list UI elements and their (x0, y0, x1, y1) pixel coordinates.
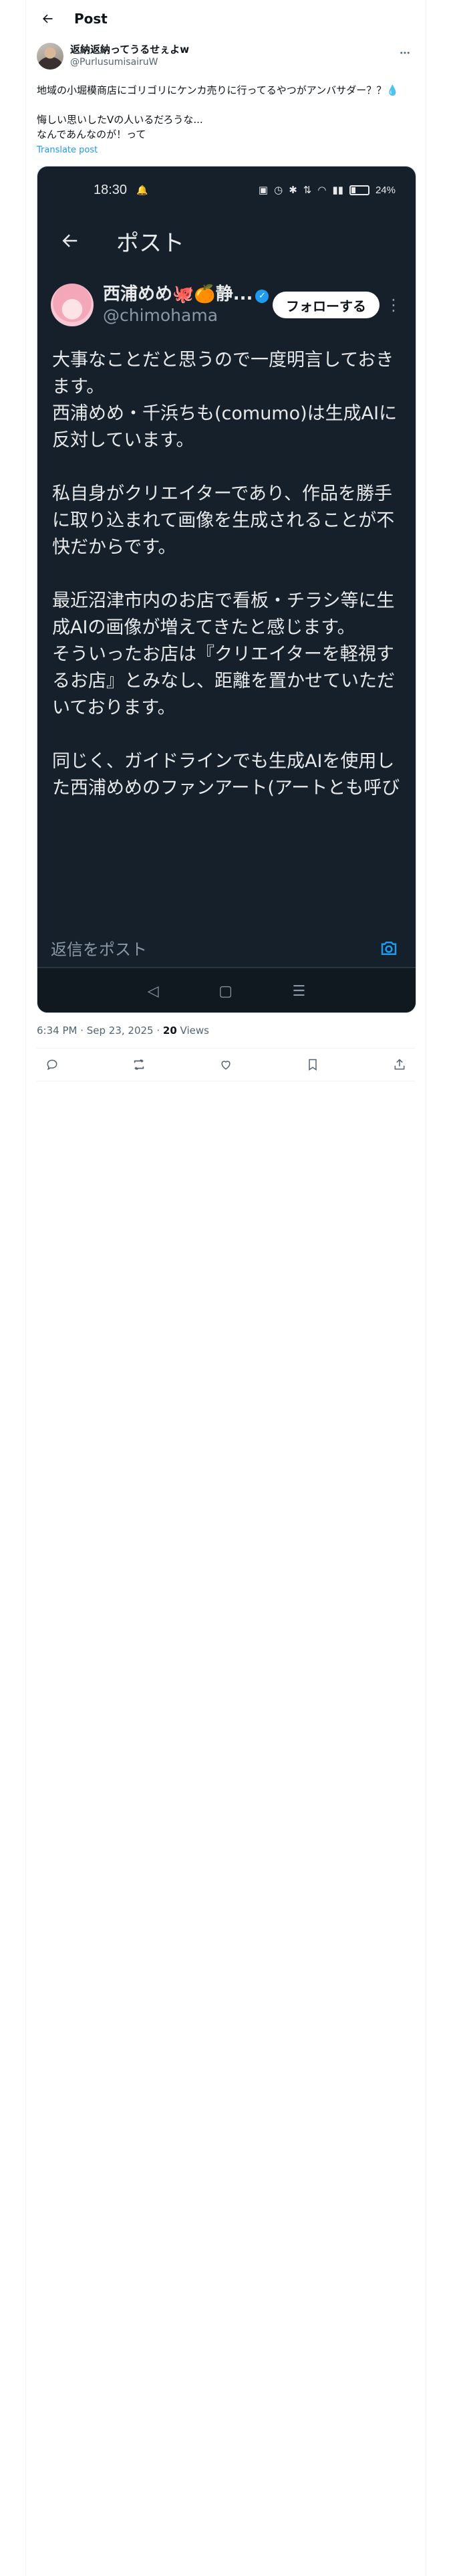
phone-header-title: ポスト (116, 229, 184, 257)
status-time: 18:30 (94, 182, 128, 197)
phone-more-icon: ⋮ (386, 296, 402, 314)
repost-icon (134, 1059, 144, 1070)
top-bar: Post (26, 0, 426, 37)
phone-paragraph: 私自身がクリエイターであり、作品を勝手に取り込まれて画像を生成されることが不快だ… (52, 484, 395, 558)
share-icon (394, 1059, 405, 1070)
phone-paragraph: 同じく、ガイドラインでも生成AIを使用した西浦めめのファンアート(アートとも呼び… (52, 751, 400, 798)
heart-icon (221, 1061, 231, 1070)
back-button[interactable] (35, 7, 59, 31)
nav-menu-icon: ☰ (292, 982, 306, 1000)
arrow-left-icon (62, 234, 78, 247)
alarm-icon: ◷ (274, 185, 283, 196)
phone-paragraph: 大事なことだと思うので一度明言しておきます。 西浦めめ・千浜ちも(comumo)… (52, 350, 398, 451)
more-dots-icon (400, 51, 410, 54)
post-meta: 6:34 PM · Sep 23, 2025 · 20 Views (26, 1013, 426, 1037)
repost-button[interactable] (128, 1053, 150, 1076)
views-count: 20 (162, 1025, 177, 1037)
like-button[interactable] (214, 1053, 237, 1076)
phone-header: ポスト (37, 213, 416, 268)
arrow-left-icon (43, 14, 53, 23)
nfc-icon: ▣ (258, 185, 269, 196)
post-timestamp[interactable]: 6:34 PM · Sep 23, 2025 · (37, 1025, 163, 1037)
author-name[interactable]: 返納返納ってうるせぇよw (70, 43, 395, 56)
phone-status-bar: 18:30 🔔 ▣ ◷ ✱ ⇅ ◠ ▮▮ 24% (37, 167, 416, 213)
phone-nav-bar: ◁ ▢ ☰ (37, 969, 416, 1012)
signal-icon: ▮▮ (332, 185, 343, 196)
bell-icon: 🔔 (136, 184, 148, 195)
post-image[interactable]: 18:30 🔔 ▣ ◷ ✱ ⇅ ◠ ▮▮ 24% ポスト 西浦めめ🐙🍊静... (37, 166, 416, 1013)
phone-author-handle: @chimohama (103, 306, 218, 325)
camera-icon (377, 936, 401, 960)
post-text: 地域の小堀模商店にゴリゴリにケンカ売りに行ってるやつがアンバサダー？？💧 悔しい… (37, 84, 399, 140)
network-speed-icon: ⇅ (303, 185, 312, 196)
avatar[interactable] (37, 43, 63, 70)
phone-paragraph: 最近沼津市内のお店で看板・チラシ等に生成AIの画像が増えてきたと感じます。 そう… (52, 591, 395, 718)
phone-avatar (51, 284, 94, 326)
wifi-icon: ◠ (317, 185, 327, 196)
more-options-button[interactable] (395, 43, 415, 63)
phone-follow-button: フォローする (273, 292, 380, 318)
views-label: Views (176, 1025, 209, 1037)
battery-label: 24% (375, 184, 396, 196)
phone-author-row: 西浦めめ🐙🍊静... ✓ @chimohama フォローする ⋮ (37, 268, 416, 332)
phone-back-button (53, 225, 86, 257)
bookmark-button[interactable] (301, 1053, 324, 1076)
page-title: Post (74, 11, 108, 27)
author-handle[interactable]: @PurlusumisairuW (70, 56, 395, 68)
post-author: 返納返納ってうるせぇよw @PurlusumisairuW (26, 37, 426, 72)
share-button[interactable] (388, 1053, 411, 1076)
phone-author-name: 西浦めめ🐙🍊静... (103, 284, 253, 304)
phone-reply-bar: 返信をポスト (37, 929, 416, 968)
translate-post-link[interactable]: Translate post (26, 142, 426, 156)
phone-reply-placeholder: 返信をポスト (51, 940, 147, 959)
action-bar (37, 1048, 415, 1081)
battery-icon (349, 185, 369, 195)
reply-button[interactable] (41, 1053, 63, 1076)
reply-icon (47, 1059, 57, 1071)
bookmark-icon (309, 1059, 317, 1071)
bluetooth-icon: ✱ (289, 185, 297, 196)
main-column: Post 返納返納ってうるせぇよw @PurlusumisairuW 地域の小堀… (25, 0, 426, 2576)
phone-post-body: 大事なことだと思うので一度明言しておきます。 西浦めめ・千浜ちも(comumo)… (37, 332, 416, 800)
nav-home-icon: ▢ (218, 982, 233, 1000)
verified-badge-icon: ✓ (255, 290, 269, 303)
nav-back-icon: ◁ (147, 982, 159, 1000)
